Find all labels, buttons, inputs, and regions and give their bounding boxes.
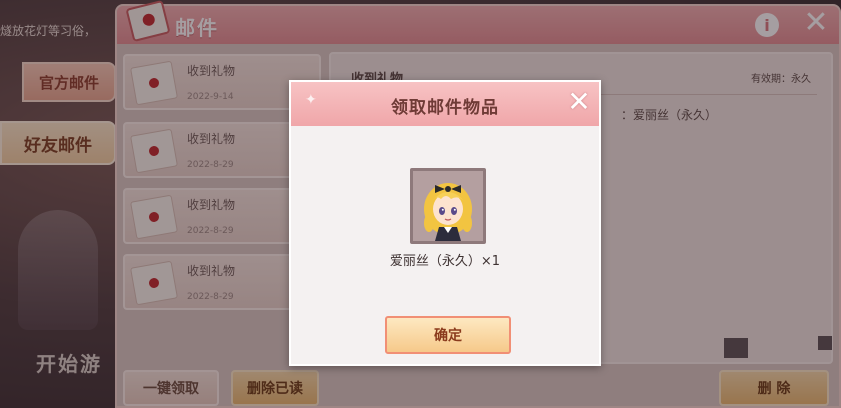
character-avatar-icon [413,171,483,241]
dialog-close-button[interactable]: ✕ [565,88,593,116]
item-portrait [410,168,486,244]
dialog-header: ✦ 领取邮件物品 ✕ [291,82,599,126]
dialog-title: 领取邮件物品 [391,98,499,118]
confirm-button[interactable]: 确定 [385,316,511,354]
claim-items-dialog: ✦ 领取邮件物品 ✕ 爱丽丝（永久）×1 确定 [289,80,601,366]
item-name-label: 爱丽丝（永久）×1 [389,254,501,269]
